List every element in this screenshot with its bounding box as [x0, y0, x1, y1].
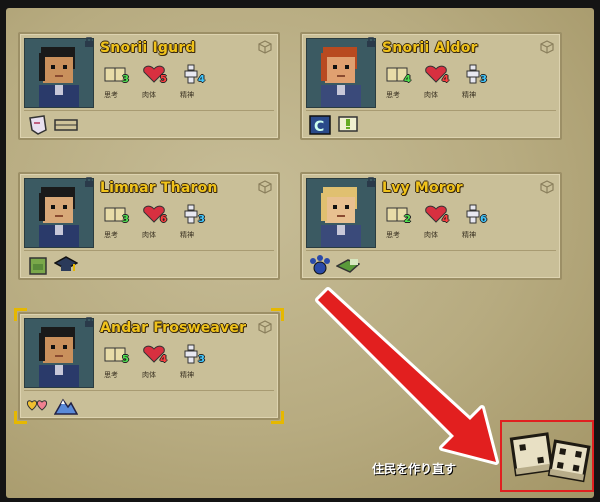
reroll-label: 住民を作り直す [372, 462, 457, 476]
reroll-dice-button[interactable] [500, 420, 594, 492]
dice-icon [509, 432, 591, 483]
